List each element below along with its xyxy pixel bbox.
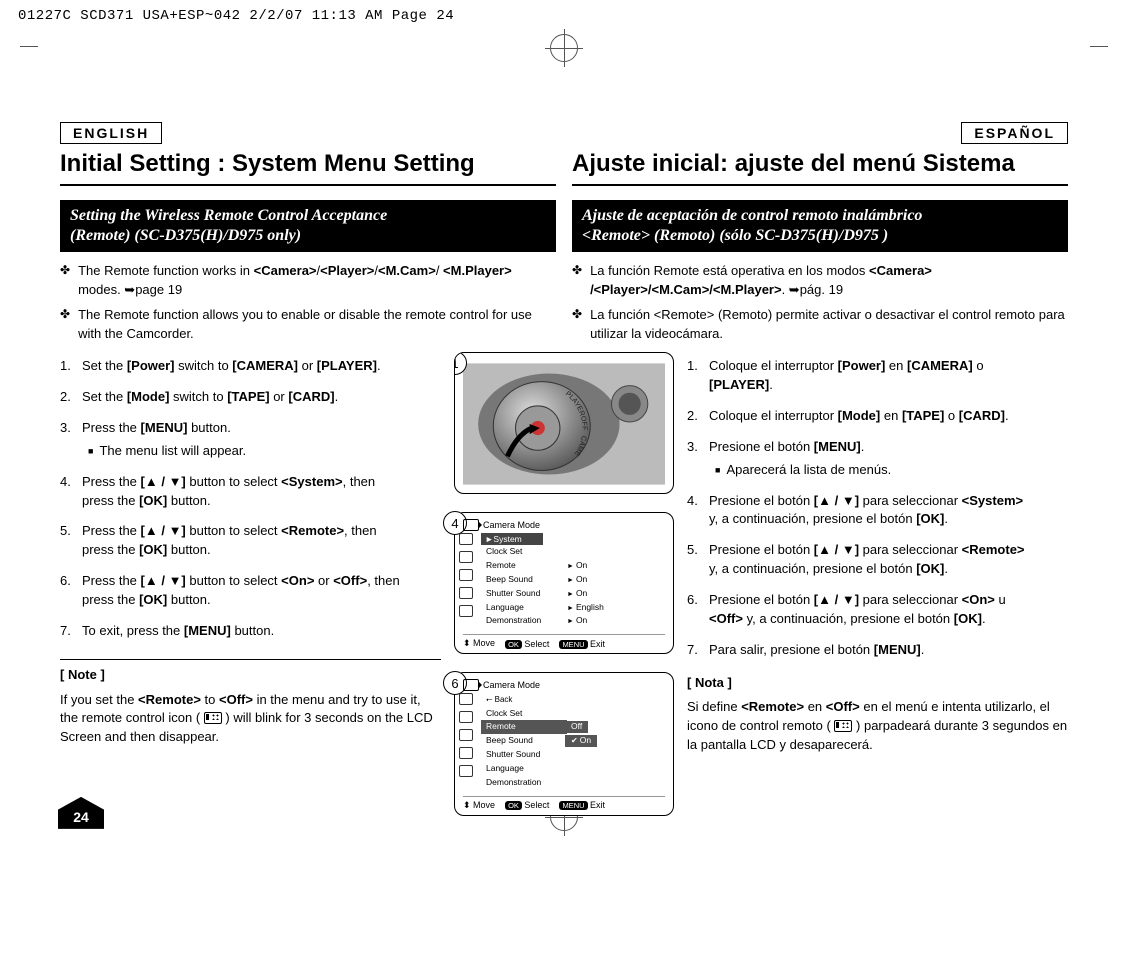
menu4-row: Beep Sound bbox=[481, 573, 567, 587]
illustration-step-4: 4 Camera Mode ►System Clock Set RemoteOn… bbox=[454, 512, 674, 654]
steps-en: 1.Set the [Power] switch to [CAMERA] or … bbox=[60, 357, 441, 640]
bullet-es-1: La función Remote está operativa en los … bbox=[572, 262, 1068, 300]
section-bar-es: Ajuste de aceptación de control remoto i… bbox=[572, 200, 1068, 252]
menu4-title: Camera Mode bbox=[483, 520, 540, 530]
menu4-header: ►System bbox=[481, 533, 543, 545]
menu4-footer: ⬍ Move OK Select MENU Exit bbox=[463, 634, 665, 649]
menu-side-icons bbox=[459, 533, 473, 617]
menu4-row: Demonstration bbox=[481, 614, 567, 628]
bullet-en-1: The Remote function works in <Camera>/<P… bbox=[60, 262, 556, 300]
illustration-step-1: 1 PLAYER OFF CAMERA bbox=[454, 352, 674, 494]
lang-tag-english: ENGLISH bbox=[60, 122, 162, 144]
remote-control-icon bbox=[204, 712, 222, 724]
print-meta: 01227C SCD371 USA+ESP~042 2/2/07 11:13 A… bbox=[0, 0, 1128, 26]
bullet-es-2: La función <Remote> (Remoto) permite act… bbox=[572, 306, 1068, 344]
page-title-en: Initial Setting : System Menu Setting bbox=[60, 150, 556, 186]
menu4-row: Remote bbox=[481, 559, 567, 573]
note-body-es: Si define <Remote> en <Off> en el menú e… bbox=[687, 698, 1068, 755]
menu6-row: Shutter Sound bbox=[481, 748, 567, 762]
page-title-es: Ajuste inicial: ajuste del menú Sistema bbox=[572, 150, 1068, 186]
note-head-es: [ Nota ] bbox=[687, 674, 1068, 693]
menu-side-icons bbox=[459, 693, 473, 777]
menu6-row-selected: Remote bbox=[481, 720, 567, 734]
camcorder-icon bbox=[463, 519, 479, 531]
menu4-row: Shutter Sound bbox=[481, 587, 567, 601]
menu6-row: Demonstration bbox=[481, 776, 567, 790]
section-bar-en: Setting the Wireless Remote Control Acce… bbox=[60, 200, 556, 252]
illustration-step-6: 6 Camera Mode ⭠ Back Clock Set Remote Of… bbox=[454, 672, 674, 816]
steps-es: 1.Coloque el interruptor [Power] en [CAM… bbox=[687, 357, 1068, 659]
note-head-en: [ Note ] bbox=[60, 666, 441, 685]
lang-tag-spanish: ESPAÑOL bbox=[961, 122, 1068, 144]
crop-marks-top bbox=[0, 26, 1128, 62]
menu6-row: Language bbox=[481, 762, 567, 776]
bullet-en-2: The Remote function allows you to enable… bbox=[60, 306, 556, 344]
remote-control-icon bbox=[834, 720, 852, 732]
menu4-row: Language bbox=[481, 601, 567, 615]
camera-dial-icon: PLAYER OFF CAMERA bbox=[463, 359, 665, 489]
camcorder-icon bbox=[463, 679, 479, 691]
menu6-row: Clock Set bbox=[481, 707, 567, 721]
menu6-title: Camera Mode bbox=[483, 680, 540, 690]
menu4-row: Clock Set bbox=[481, 545, 567, 559]
menu6-footer: ⬍ Move OK Select MENU Exit bbox=[463, 796, 665, 811]
note-body-en: If you set the <Remote> to <Off> in the … bbox=[60, 691, 441, 748]
menu6-row: Beep Sound bbox=[481, 734, 567, 748]
